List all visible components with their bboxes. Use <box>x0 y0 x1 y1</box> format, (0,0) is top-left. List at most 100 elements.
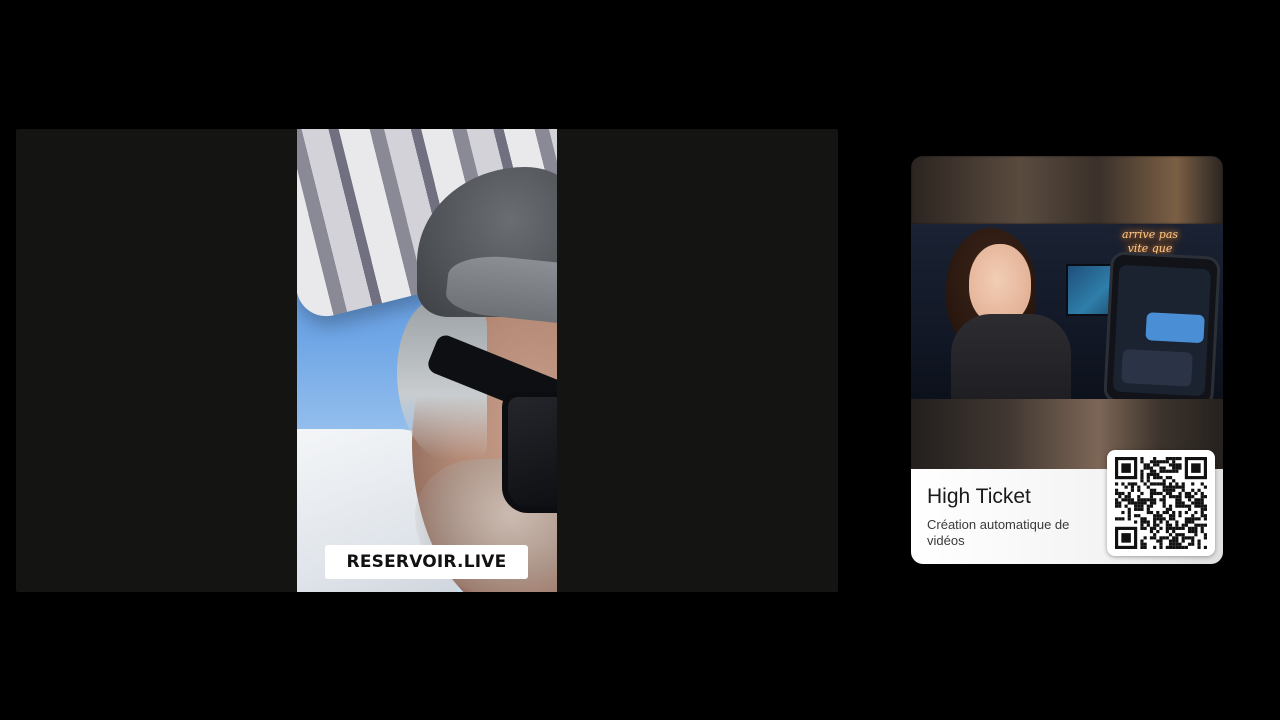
qr-module <box>1130 488 1135 492</box>
qr-module <box>1124 504 1128 508</box>
qr-module <box>1115 491 1119 496</box>
qr-module <box>1140 539 1144 543</box>
qr-module <box>1178 514 1182 518</box>
qr-module <box>1143 466 1147 470</box>
qr-module <box>1156 529 1160 534</box>
qr-module <box>1159 466 1163 470</box>
qr-module <box>1187 498 1192 502</box>
qr-module <box>1191 542 1195 546</box>
qr-module <box>1172 479 1176 483</box>
qr-module <box>1203 523 1207 527</box>
qr-module <box>1200 514 1204 518</box>
qr-module <box>1200 498 1204 502</box>
qr-module <box>1149 529 1154 534</box>
qr-module <box>1178 504 1182 508</box>
qr-module <box>1137 507 1141 511</box>
qr-module <box>1162 504 1166 508</box>
qr-module <box>1175 501 1179 505</box>
qr-module <box>1181 485 1185 489</box>
qr-module <box>1124 485 1128 489</box>
card-top-blur <box>911 156 1223 224</box>
qr-module <box>1140 545 1144 549</box>
qr-code-icon[interactable] <box>1107 450 1215 556</box>
qr-module <box>1162 479 1166 483</box>
qr-module <box>1140 504 1144 508</box>
qr-module <box>1178 542 1182 546</box>
qr-module <box>1191 517 1195 521</box>
qr-module <box>1118 501 1122 505</box>
qr-module <box>1184 495 1188 499</box>
qr-module <box>1181 504 1185 508</box>
qr-module <box>1197 523 1201 527</box>
qr-module <box>1172 510 1176 515</box>
qr-module <box>1156 539 1160 543</box>
qr-module <box>1146 520 1150 524</box>
qr-module <box>1181 501 1185 505</box>
qr-module <box>1175 542 1179 546</box>
qr-module <box>1140 517 1144 521</box>
qr-module <box>1149 536 1154 540</box>
qr-module <box>1175 533 1179 537</box>
qr-module <box>1156 491 1160 496</box>
qr-module <box>1187 536 1192 540</box>
promo-card[interactable]: arrive pas vite que prévu High Ticket Cr… <box>911 156 1223 564</box>
qr-finder-pattern <box>1191 463 1201 473</box>
qr-module <box>1146 472 1150 477</box>
qr-module <box>1159 520 1163 524</box>
qr-module <box>1153 533 1157 537</box>
qr-module <box>1197 542 1201 546</box>
qr-module <box>1121 482 1125 486</box>
qr-module <box>1181 526 1185 530</box>
qr-module <box>1134 504 1138 508</box>
qr-module <box>1178 466 1182 470</box>
video-player[interactable]: RESERVOIR.LIVE <box>297 129 557 592</box>
qr-module <box>1184 504 1188 508</box>
qr-module <box>1143 545 1147 549</box>
qr-module <box>1149 495 1154 499</box>
qr-code-graphic <box>1115 457 1207 549</box>
qr-module <box>1203 504 1207 508</box>
qr-module <box>1149 466 1154 470</box>
qr-module <box>1130 498 1135 502</box>
qr-module <box>1140 491 1144 496</box>
qr-module <box>1156 476 1160 480</box>
qr-module <box>1153 517 1157 521</box>
qr-module <box>1172 488 1176 492</box>
qr-module <box>1194 501 1198 505</box>
qr-module <box>1187 526 1192 530</box>
qr-module <box>1184 523 1188 527</box>
qr-module <box>1181 488 1185 492</box>
qr-module <box>1159 542 1163 546</box>
qr-module <box>1140 507 1144 511</box>
qr-module <box>1191 536 1195 540</box>
qr-module <box>1187 507 1192 511</box>
qr-module <box>1137 514 1141 518</box>
qr-module <box>1203 495 1207 499</box>
qr-module <box>1203 507 1207 511</box>
qr-module <box>1143 520 1147 524</box>
qr-module <box>1153 476 1157 480</box>
qr-module <box>1165 536 1169 540</box>
qr-module <box>1153 526 1157 530</box>
video-caption: RESERVOIR.LIVE <box>325 545 528 579</box>
qr-module <box>1172 517 1176 521</box>
qr-module <box>1178 545 1182 549</box>
qr-module <box>1200 510 1204 515</box>
qr-module <box>1159 536 1163 540</box>
qr-module <box>1162 501 1166 505</box>
qr-module <box>1162 495 1166 499</box>
qr-module <box>1146 466 1150 470</box>
qr-module <box>1159 498 1163 502</box>
qr-module <box>1200 501 1204 505</box>
qr-module <box>1121 498 1125 502</box>
qr-module <box>1175 485 1179 489</box>
qr-module <box>1130 485 1135 489</box>
qr-module <box>1187 542 1192 546</box>
qr-module <box>1194 523 1198 527</box>
qr-module <box>1162 498 1166 502</box>
qr-module <box>1168 504 1173 508</box>
qr-module <box>1156 482 1160 486</box>
qr-module <box>1127 501 1131 505</box>
qr-module <box>1134 514 1138 518</box>
qr-module <box>1143 498 1147 502</box>
